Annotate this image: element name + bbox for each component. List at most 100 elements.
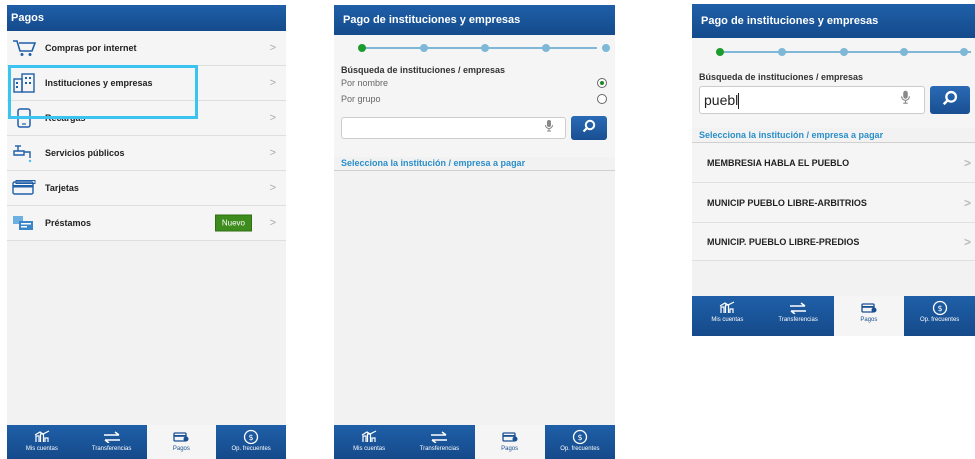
search-input[interactable]: puebl: [699, 86, 925, 114]
tab-mis-cuentas[interactable]: Mis cuentas: [7, 425, 77, 459]
tab-label: Op. frecuentes: [919, 317, 960, 323]
progress-steps: [692, 38, 975, 66]
tab-label: Transferencias: [419, 446, 460, 452]
menu-item-prestamos[interactable]: Préstamos Nuevo >: [7, 206, 286, 241]
tab-transferencias[interactable]: Transferencias: [404, 425, 475, 459]
chevron-right-icon: >: [963, 235, 971, 249]
select-institution-prompt: Selecciona la institución / empresa a pa…: [341, 158, 526, 168]
search-icon: [582, 119, 596, 138]
transfer-arrows-icon: [103, 428, 121, 446]
accounts-chart-icon: [361, 428, 377, 446]
card-icon: [11, 178, 37, 198]
frequent-ops-icon: $: [932, 299, 948, 317]
result-item[interactable]: MUNICIP PUEBLO LIBRE-ARBITRIOS >: [692, 183, 975, 223]
tab-pagos[interactable]: Pagos: [833, 296, 905, 336]
divider: [334, 170, 615, 171]
search-title: Búsqueda de instituciones / empresas: [341, 65, 506, 75]
tab-label: Pagos: [860, 317, 878, 323]
tab-mis-cuentas[interactable]: Mis cuentas: [692, 296, 763, 336]
chevron-right-icon: >: [269, 42, 276, 54]
transfer-arrows-icon: [789, 299, 807, 317]
chevron-right-icon: >: [269, 147, 276, 159]
radio-by-group[interactable]: [597, 94, 607, 104]
tab-op-frecuentes[interactable]: $ Op. frecuentes: [216, 425, 286, 459]
svg-text:$: $: [249, 433, 254, 442]
tab-label: Mis cuentas: [711, 317, 744, 323]
bottom-navigation: Mis cuentas Transferencias Pagos $ Op. f…: [334, 425, 615, 459]
menu-item-compras[interactable]: Compras por internet >: [7, 31, 286, 66]
tab-op-frecuentes[interactable]: $ Op. frecuentes: [904, 296, 975, 336]
bottom-navigation: Mis cuentas Transferencias Pagos $ Op. f…: [692, 296, 975, 336]
step-dot: [420, 44, 428, 52]
tab-label: Pagos: [501, 446, 519, 452]
search-title: Búsqueda de instituciones / empresas: [699, 72, 864, 82]
option-by-name[interactable]: Por nombre: [334, 75, 615, 91]
search-panel: Búsqueda de instituciones / empresas Por…: [334, 61, 615, 157]
menu-item-tarjetas[interactable]: Tarjetas >: [7, 171, 286, 206]
page-title: Pagos: [7, 5, 286, 31]
chevron-right-icon: >: [269, 217, 276, 229]
step-dot: [602, 44, 610, 52]
menu-item-label: Préstamos: [45, 218, 92, 228]
selection-highlight: [8, 65, 198, 119]
result-label: MUNICIP PUEBLO LIBRE-ARBITRIOS: [707, 198, 867, 208]
page-title: Pago de instituciones y empresas: [334, 5, 615, 35]
payment-card-icon: [501, 428, 518, 446]
microphone-icon[interactable]: [901, 90, 910, 110]
step-dot-active: [358, 44, 366, 52]
accounts-chart-icon: [34, 428, 50, 446]
option-by-group[interactable]: Por grupo: [334, 91, 615, 107]
menu-item-label: Tarjetas: [45, 183, 79, 193]
search-button[interactable]: [571, 116, 607, 140]
chevron-right-icon: >: [269, 182, 276, 194]
tab-pagos[interactable]: Pagos: [146, 425, 217, 459]
result-item[interactable]: MUNICIP. PUEBLO LIBRE-PREDIOS >: [692, 223, 975, 261]
progress-steps: [334, 35, 615, 61]
tab-label: Mis cuentas: [25, 446, 58, 452]
tab-label: Mis cuentas: [353, 446, 386, 452]
select-institution-prompt: Selecciona la institución / empresa a pa…: [699, 130, 884, 140]
faucet-icon: [11, 143, 37, 163]
payments-menu-screen: Pagos Compras por internet > Institucion…: [7, 5, 286, 459]
search-input[interactable]: [341, 117, 566, 139]
search-button[interactable]: [930, 86, 970, 114]
progress-line: [362, 47, 597, 49]
tab-label: Transferencias: [91, 446, 132, 452]
chevron-right-icon: >: [269, 77, 276, 89]
frequent-ops-icon: $: [572, 428, 588, 446]
microphone-icon[interactable]: [545, 119, 553, 137]
tab-label: Transferencias: [778, 317, 818, 323]
step-dot-active: [716, 48, 724, 56]
result-label: MEMBRESIA HABLA EL PUEBLO: [707, 158, 850, 168]
radio-by-name[interactable]: [597, 78, 607, 88]
tab-op-frecuentes[interactable]: $ Op. frecuentes: [544, 425, 615, 459]
tab-transferencias[interactable]: Transferencias: [76, 425, 147, 459]
result-item[interactable]: MEMBRESIA HABLA EL PUEBLO >: [692, 143, 975, 183]
tab-transferencias[interactable]: Transferencias: [762, 296, 834, 336]
menu-item-label: Servicios públicos: [45, 148, 125, 158]
svg-text:$: $: [577, 433, 582, 442]
transfer-arrows-icon: [430, 428, 448, 446]
page-title: Pago de instituciones y empresas: [692, 4, 975, 38]
option-label: Por grupo: [341, 94, 381, 104]
institution-search-screen: Pago de instituciones y empresas Búsqued…: [334, 5, 615, 459]
search-icon: [942, 90, 958, 111]
step-dot: [840, 48, 848, 56]
menu-item-label: Compras por internet: [45, 43, 137, 53]
result-label: MUNICIP. PUEBLO LIBRE-PREDIOS: [707, 237, 860, 247]
accounts-chart-icon: [719, 299, 735, 317]
tab-label: Pagos: [172, 446, 190, 452]
tab-mis-cuentas[interactable]: Mis cuentas: [334, 425, 405, 459]
bottom-navigation: Mis cuentas Transferencias Pagos $ Op. f…: [7, 425, 286, 459]
search-panel: Búsqueda de instituciones / empresas pue…: [692, 66, 975, 128]
svg-text:$: $: [937, 304, 942, 313]
payment-card-icon: [173, 428, 189, 446]
search-input-value: puebl: [704, 92, 739, 108]
step-dot: [778, 48, 786, 56]
option-label: Por nombre: [341, 78, 389, 88]
tab-pagos[interactable]: Pagos: [474, 425, 545, 459]
chevron-right-icon: >: [963, 196, 971, 210]
payment-card-icon: [861, 299, 877, 317]
search-input-value: [342, 122, 346, 134]
menu-item-servicios[interactable]: Servicios públicos >: [7, 136, 286, 171]
